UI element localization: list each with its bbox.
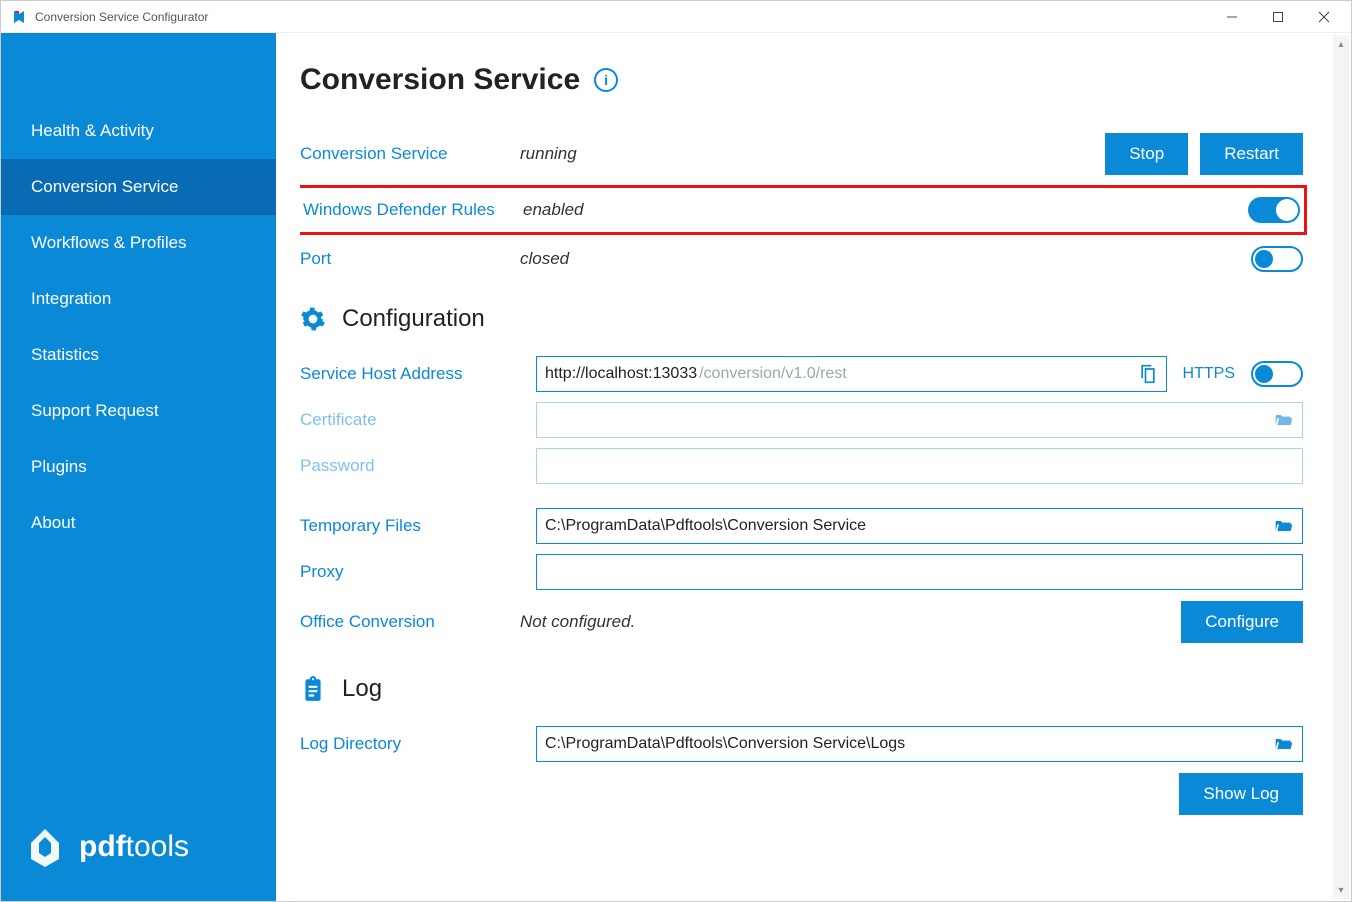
- port-toggle[interactable]: [1251, 246, 1303, 272]
- tempfiles-label: Temporary Files: [300, 516, 520, 536]
- sidebar-item-label: About: [31, 513, 75, 532]
- scroll-up-arrow[interactable]: ▴: [1333, 35, 1349, 53]
- tempfiles-input[interactable]: C:\ProgramData\Pdftools\Conversion Servi…: [536, 508, 1303, 544]
- certificate-label: Certificate: [300, 410, 520, 430]
- defender-rules-toggle[interactable]: [1248, 197, 1300, 223]
- proxy-input[interactable]: [536, 554, 1303, 590]
- stop-button[interactable]: Stop: [1105, 133, 1188, 175]
- sidebar-item-workflows-profiles[interactable]: Workflows & Profiles: [1, 215, 276, 271]
- copy-icon[interactable]: [1138, 364, 1158, 384]
- show-log-button[interactable]: Show Log: [1179, 773, 1303, 815]
- proxy-label: Proxy: [300, 562, 520, 582]
- window-titlebar: Conversion Service Configurator: [1, 1, 1351, 33]
- folder-open-icon[interactable]: [1274, 734, 1294, 754]
- sidebar-item-label: Integration: [31, 289, 111, 308]
- password-label: Password: [300, 456, 520, 476]
- office-conversion-status: Not configured.: [520, 612, 1181, 632]
- https-toggle[interactable]: [1251, 361, 1303, 387]
- page-title: Conversion Service i: [300, 63, 1303, 97]
- proxy-row: Proxy: [300, 549, 1303, 595]
- sidebar-item-label: Conversion Service: [31, 177, 178, 196]
- info-icon[interactable]: i: [594, 68, 618, 92]
- clipboard-list-icon: [300, 676, 326, 702]
- office-conversion-label: Office Conversion: [300, 612, 520, 632]
- gear-icon: [300, 306, 326, 332]
- office-conversion-row: Office Conversion Not configured. Config…: [300, 595, 1303, 649]
- tempfiles-row: Temporary Files C:\ProgramData\Pdftools\…: [300, 503, 1303, 549]
- https-label: HTTPS: [1183, 365, 1235, 383]
- configure-button[interactable]: Configure: [1181, 601, 1303, 643]
- highlighted-defender-row: Windows Defender Rules enabled: [300, 185, 1307, 235]
- sidebar-item-label: Health & Activity: [31, 121, 154, 140]
- main-panel: Conversion Service i Conversion Service …: [276, 33, 1351, 901]
- conversion-service-status: running: [520, 144, 1105, 164]
- scroll-thumb[interactable]: [1335, 53, 1347, 881]
- certificate-input[interactable]: [536, 402, 1303, 438]
- sidebar-item-plugins[interactable]: Plugins: [1, 439, 276, 495]
- folder-open-icon[interactable]: [1274, 410, 1294, 430]
- scrollbar[interactable]: ▴ ▾: [1333, 35, 1349, 899]
- sidebar-item-label: Plugins: [31, 457, 87, 476]
- port-status: closed: [520, 249, 1251, 269]
- defender-rules-label: Windows Defender Rules: [303, 200, 523, 220]
- brand-logo: pdftools: [1, 823, 276, 901]
- sidebar-item-about[interactable]: About: [1, 495, 276, 551]
- port-row: Port closed: [300, 239, 1303, 279]
- app-icon: [11, 9, 27, 25]
- certificate-row: Certificate: [300, 397, 1303, 443]
- minimize-button[interactable]: [1209, 1, 1255, 33]
- service-host-row: Service Host Address http://localhost:13…: [300, 351, 1303, 397]
- service-host-label: Service Host Address: [300, 364, 520, 384]
- sidebar-item-support-request[interactable]: Support Request: [1, 383, 276, 439]
- logo-icon: [21, 823, 69, 871]
- password-row: Password: [300, 443, 1303, 489]
- configuration-section-header: Configuration: [300, 305, 1303, 333]
- sidebar-item-label: Statistics: [31, 345, 99, 364]
- sidebar-item-statistics[interactable]: Statistics: [1, 327, 276, 383]
- sidebar-item-health-activity[interactable]: Health & Activity: [1, 103, 276, 159]
- maximize-button[interactable]: [1255, 1, 1301, 33]
- restart-button[interactable]: Restart: [1200, 133, 1303, 175]
- logdir-row: Log Directory C:\ProgramData\Pdftools\Co…: [300, 721, 1303, 767]
- sidebar-item-integration[interactable]: Integration: [1, 271, 276, 327]
- folder-open-icon[interactable]: [1274, 516, 1294, 536]
- logdir-input[interactable]: C:\ProgramData\Pdftools\Conversion Servi…: [536, 726, 1303, 762]
- service-host-input[interactable]: http://localhost:13033/conversion/v1.0/r…: [536, 356, 1167, 392]
- conversion-service-row: Conversion Service running Stop Restart: [300, 127, 1303, 181]
- close-button[interactable]: [1301, 1, 1347, 33]
- password-input[interactable]: [536, 448, 1303, 484]
- sidebar: Health & Activity Conversion Service Wor…: [1, 33, 276, 901]
- sidebar-item-conversion-service[interactable]: Conversion Service: [1, 159, 276, 215]
- defender-rules-status: enabled: [523, 200, 1248, 220]
- log-section-header: Log: [300, 675, 1303, 703]
- sidebar-item-label: Support Request: [31, 401, 159, 420]
- port-label: Port: [300, 249, 520, 269]
- scroll-down-arrow[interactable]: ▾: [1333, 881, 1349, 899]
- window-title: Conversion Service Configurator: [35, 10, 208, 24]
- sidebar-item-label: Workflows & Profiles: [31, 233, 187, 252]
- logdir-label: Log Directory: [300, 734, 520, 754]
- conversion-service-label: Conversion Service: [300, 144, 520, 164]
